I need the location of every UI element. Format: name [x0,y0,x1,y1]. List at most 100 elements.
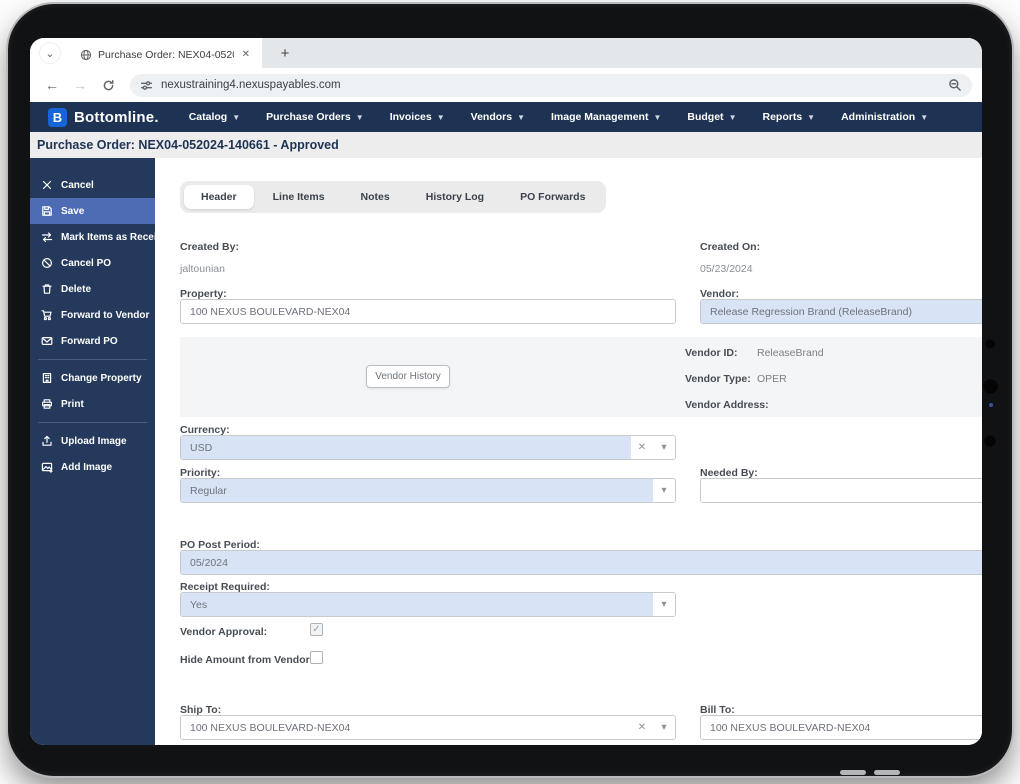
vendor-address-row: Vendor Address: [685,399,769,411]
dropdown-caret-icon[interactable]: ▾ [653,436,675,459]
priority-select[interactable]: Regular ▾ [180,478,676,503]
chevron-down-icon: ▼ [728,112,737,122]
created-on-label: Created On: [700,241,761,253]
device-button [840,770,866,775]
chevron-down-icon: ▼ [232,112,241,122]
envelope-icon [40,335,53,348]
receipt-required-select[interactable]: Yes ▾ [180,592,676,617]
sidebar-item-upload-image[interactable]: Upload Image [30,428,155,454]
sidebar-item-mark-items-received[interactable]: Mark Items as Received [30,224,174,250]
save-icon [40,205,53,218]
tab-notes[interactable]: Notes [344,185,407,209]
po-header-form: Header Line Items Notes History Log PO F… [155,158,982,745]
chevron-down-icon: ▼ [355,112,364,122]
vendor-input[interactable] [700,299,982,324]
chevron-down-icon: ▼ [436,112,445,122]
address-bar[interactable]: nexustraining4.nexuspayables.com [130,73,972,97]
x-icon [40,179,53,192]
menu-vendors[interactable]: Vendors ▼ [471,111,525,123]
vendor-history-button[interactable]: Vendor History [366,365,450,388]
camera-icon [984,338,996,350]
browser-window: ⌄ Purchase Order: NEX04-052024 ✕ + ← → [30,38,982,745]
page-title: Purchase Order: NEX04-052024-140661 - Ap… [37,138,339,152]
tab-search-chevron-icon[interactable]: ⌄ [40,43,60,63]
brand-name: Bottomline. [74,108,159,126]
sidebar-item-forward-po[interactable]: Forward PO [30,328,155,354]
swap-arrows-icon [40,231,53,244]
browser-tab[interactable]: Purchase Order: NEX04-052024 ✕ [72,41,260,68]
chevron-down-icon: ▼ [653,112,662,122]
vendor-panel [180,337,982,417]
menu-invoices[interactable]: Invoices ▼ [390,111,445,123]
sidebar-divider [38,359,147,360]
tab-line-items[interactable]: Line Items [256,185,342,209]
dropdown-caret-icon[interactable]: ▾ [653,479,675,502]
dropdown-caret-icon[interactable]: ▾ [653,716,675,739]
globe-icon [80,49,92,60]
device-button [874,770,900,775]
tab-header[interactable]: Header [184,185,254,209]
currency-select[interactable]: USD ✕ ▾ [180,435,676,460]
hide-amount-checkbox[interactable] [310,651,323,664]
clear-icon[interactable]: ✕ [631,436,653,459]
menu-catalog[interactable]: Catalog ▼ [189,111,240,123]
sidebar-item-cancel[interactable]: Cancel [30,172,155,198]
browser-toolbar: ← → nexustraining4.nexuspayables.com [30,68,982,102]
form-tabbar: Header Line Items Notes History Log PO F… [180,181,607,213]
sidebar-item-add-image[interactable]: Add Image [30,454,155,480]
back-icon[interactable]: ← [40,73,64,97]
sidebar-item-cancel-po[interactable]: Cancel PO [30,250,155,276]
sidebar-item-delete[interactable]: Delete [30,276,155,302]
browser-tab-title: Purchase Order: NEX04-052024 [98,48,234,61]
menu-reports[interactable]: Reports ▼ [762,111,815,123]
menu-image-management[interactable]: Image Management ▼ [551,111,661,123]
tablet-frame: ⌄ Purchase Order: NEX04-052024 ✕ + ← → [8,4,1012,776]
new-tab-button[interactable]: + [274,42,296,64]
sidebar-item-change-property[interactable]: Change Property [30,365,155,391]
camera-icon [982,378,999,395]
browser-tabstrip: ⌄ Purchase Order: NEX04-052024 ✕ + [30,38,982,68]
vendor-type-value: OPER [757,373,787,385]
url-text: nexustraining4.nexuspayables.com [161,79,341,91]
created-by-label: Created By: [180,241,239,253]
sensor-icon [989,403,993,407]
add-image-icon [40,461,53,474]
sidebar-item-save[interactable]: Save [30,198,155,224]
created-by-value: jaltounian [180,263,225,275]
bottomline-logo-icon: B [48,107,67,127]
site-settings-icon [140,80,153,90]
dropdown-caret-icon[interactable]: ▾ [653,593,675,616]
bill-to-select[interactable]: 100 NEXUS BOULEVARD-NEX04 [700,715,982,740]
trash-icon [40,283,53,296]
cart-icon [40,309,53,322]
vendor-type-row: Vendor Type: OPER [685,373,787,385]
chevron-down-icon: ▼ [517,112,526,122]
reload-icon[interactable] [96,73,120,97]
created-on-value: 05/23/2024 [700,263,753,275]
tab-close-icon[interactable]: ✕ [240,49,252,60]
hide-amount-label: Hide Amount from Vendor: [180,654,314,666]
tab-history-log[interactable]: History Log [409,185,501,209]
po-post-period-input[interactable] [180,550,982,575]
menu-budget[interactable]: Budget ▼ [687,111,736,123]
sidebar-item-print[interactable]: Print [30,391,155,417]
chevron-down-icon: ▼ [920,112,929,122]
sidebar-item-forward-to-vendor[interactable]: Forward to Vendor [30,302,155,328]
tab-po-forwards[interactable]: PO Forwards [503,185,602,209]
upload-icon [40,435,53,448]
no-entry-icon [40,257,53,270]
vendor-approval-checkbox[interactable] [310,623,323,636]
page-title-bar: Purchase Order: NEX04-052024-140661 - Ap… [30,132,982,158]
action-sidebar: Cancel Save Mark Items as Received Cance… [30,158,174,745]
menu-administration[interactable]: Administration ▼ [841,111,928,123]
printer-icon [40,398,53,411]
vendor-approval-label: Vendor Approval: [180,626,268,638]
needed-by-input[interactable] [700,478,982,503]
zoom-out-icon[interactable] [948,78,962,92]
chevron-down-icon: ▼ [807,112,816,122]
property-input[interactable] [180,299,676,324]
menu-purchase-orders[interactable]: Purchase Orders ▼ [266,111,364,123]
forward-icon[interactable]: → [68,73,92,97]
ship-to-select[interactable]: 100 NEXUS BOULEVARD-NEX04 ✕ ▾ [180,715,676,740]
clear-icon[interactable]: ✕ [631,716,653,739]
